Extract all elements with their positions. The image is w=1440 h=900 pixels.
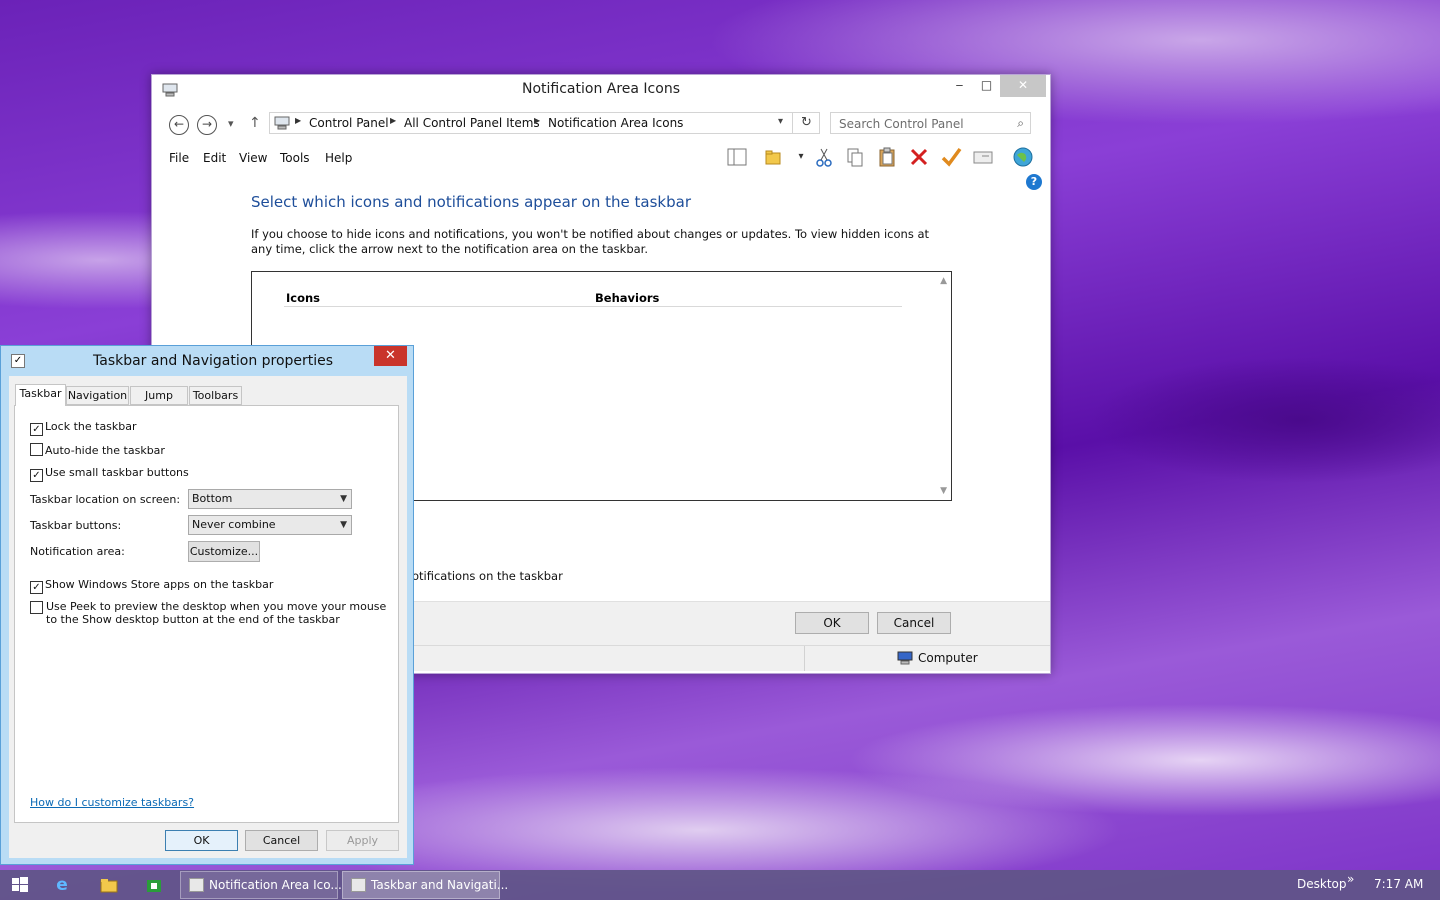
lock-taskbar-checkbox[interactable]: ✓ — [30, 423, 43, 436]
menu-view[interactable]: View — [239, 151, 267, 165]
file-explorer-icon[interactable] — [99, 875, 119, 895]
breadcrumb-all-items[interactable]: All Control Panel Items — [404, 116, 540, 130]
up-button[interactable]: ↑ — [249, 115, 261, 131]
copy-icon[interactable] — [844, 146, 866, 168]
dialog-body: Taskbar Navigation Jump Lists Toolbars ✓… — [9, 376, 407, 858]
menu-help[interactable]: Help — [325, 151, 352, 165]
auto-hide-checkbox[interactable] — [30, 443, 43, 456]
dialog-close-button[interactable]: ✕ — [374, 346, 407, 366]
ok-button[interactable]: OK — [795, 612, 869, 634]
tab-navigation[interactable]: Navigation — [66, 386, 129, 405]
peek-option[interactable]: Use Peek to preview the desktop when you… — [30, 600, 390, 626]
lock-taskbar-option[interactable]: ✓ Lock the taskbar — [30, 420, 137, 436]
customize-button[interactable]: Customize... — [188, 541, 260, 562]
search-icon: ⌕ — [1017, 116, 1024, 130]
cancel-button[interactable]: Cancel — [877, 612, 951, 634]
close-button[interactable]: ✕ — [1000, 75, 1046, 97]
always-show-checkbox-label[interactable]: otifications on the taskbar — [412, 569, 563, 583]
location-label: Taskbar location on screen: — [30, 493, 181, 506]
desktop-toolbar-label[interactable]: Desktop — [1297, 877, 1347, 891]
status-computer: Computer — [918, 651, 978, 665]
page-heading: Select which icons and notifications app… — [251, 193, 691, 211]
dialog-title: Taskbar and Navigation properties — [93, 353, 334, 369]
dialog-apply-button[interactable]: Apply — [326, 830, 399, 851]
main-window-title: Notification Area Icons — [521, 81, 680, 97]
auto-hide-option[interactable]: Auto-hide the taskbar — [30, 443, 165, 457]
store-apps-option[interactable]: ✓ Show Windows Store apps on the taskbar — [30, 578, 273, 594]
column-header-icons[interactable]: Icons — [286, 291, 320, 305]
small-buttons-option[interactable]: ✓ Use small taskbar buttons — [30, 466, 189, 482]
breadcrumb-notification-area-icons[interactable]: Notification Area Icons — [548, 116, 683, 130]
scroll-down-icon[interactable]: ▼ — [940, 486, 947, 496]
internet-explorer-icon[interactable]: e — [52, 875, 72, 895]
computer-icon — [274, 116, 290, 130]
taskbar-properties-dialog: ✓ Taskbar and Navigation properties ✕ Ta… — [0, 345, 414, 865]
status-divider — [804, 646, 805, 671]
rename-icon[interactable] — [972, 146, 994, 168]
dialog-titlebar[interactable]: ✓ Taskbar and Navigation properties ✕ — [1, 346, 413, 376]
checkbox-app-icon: ✓ — [11, 354, 25, 368]
chevron-right-icon: ▶ — [390, 116, 397, 125]
tab-jump-lists[interactable]: Jump Lists — [130, 386, 188, 419]
computer-icon — [189, 878, 204, 892]
delete-icon[interactable] — [908, 146, 930, 168]
taskbar-tab-page: ✓ Lock the taskbar Auto-hide the taskbar … — [14, 405, 399, 823]
menu-edit[interactable]: Edit — [203, 151, 226, 165]
chevron-right-icon: ▶ — [295, 116, 302, 125]
preview-pane-icon[interactable] — [726, 146, 748, 168]
menu-bar: File Edit View Tools Help ▾ — [152, 145, 1050, 171]
chevron-down-icon: ▼ — [340, 494, 347, 504]
chevron-down-icon[interactable]: ▾ — [790, 146, 812, 168]
page-description: If you choose to hide icons and notifica… — [251, 227, 930, 256]
location-select[interactable]: Bottom ▼ — [188, 489, 352, 509]
store-apps-checkbox[interactable]: ✓ — [30, 581, 43, 594]
properties-check-icon[interactable] — [940, 146, 962, 168]
help-link[interactable]: How do I customize taskbars? — [30, 796, 194, 809]
menu-tools[interactable]: Tools — [280, 151, 310, 165]
clock[interactable]: 7:17 AM — [1374, 877, 1423, 891]
tab-toolbars[interactable]: Toolbars — [189, 386, 242, 405]
tab-taskbar[interactable]: Taskbar — [15, 384, 66, 406]
breadcrumb-control-panel[interactable]: Control Panel — [309, 116, 389, 130]
refresh-icon: ↻ — [801, 115, 812, 130]
chevron-right-icon: ▶ — [534, 116, 541, 125]
notification-area-label: Notification area: — [30, 545, 125, 558]
back-button[interactable]: ← — [169, 115, 189, 135]
folder-icon[interactable] — [763, 146, 785, 168]
maximize-button[interactable]: □ — [973, 75, 1000, 97]
list-scrollbar[interactable]: ▲ ▼ — [934, 272, 951, 500]
chevron-right-icon[interactable]: » — [1347, 872, 1354, 886]
refresh-button[interactable]: ↻ — [792, 112, 820, 134]
taskbar-item-notification-area[interactable]: Notification Area Ico... — [180, 871, 342, 899]
main-titlebar[interactable]: Notification Area Icons ‒ □ ✕ — [152, 75, 1050, 105]
peek-checkbox[interactable] — [30, 601, 43, 614]
windows-logo-icon[interactable] — [10, 875, 30, 895]
search-input[interactable]: Search Control Panel ⌕ — [830, 112, 1031, 134]
forward-button[interactable]: → — [197, 115, 217, 135]
globe-icon[interactable] — [1012, 146, 1034, 168]
taskbar-item-taskbar-properties[interactable]: Taskbar and Navigati... — [342, 871, 508, 899]
cut-icon[interactable] — [813, 146, 835, 168]
small-buttons-checkbox[interactable]: ✓ — [30, 469, 43, 482]
store-icon[interactable] — [144, 875, 164, 895]
computer-icon — [897, 651, 913, 665]
paste-icon[interactable] — [876, 146, 898, 168]
menu-file[interactable]: File — [169, 151, 189, 165]
chevron-down-icon: ▼ — [340, 520, 347, 530]
minimize-button[interactable]: ‒ — [946, 75, 973, 97]
taskbar-buttons-label: Taskbar buttons: — [30, 519, 122, 532]
search-placeholder: Search Control Panel — [839, 117, 964, 131]
taskbar: e Notification Area Ico... Taskbar and N… — [0, 870, 1440, 900]
column-header-behaviors[interactable]: Behaviors — [595, 291, 659, 305]
taskbar-buttons-select[interactable]: Never combine ▼ — [188, 515, 352, 535]
address-bar[interactable]: ▶ Control Panel ▶ All Control Panel Item… — [269, 112, 820, 134]
dialog-ok-button[interactable]: OK — [165, 830, 238, 851]
dialog-cancel-button[interactable]: Cancel — [245, 830, 318, 851]
scroll-up-icon[interactable]: ▲ — [940, 276, 947, 286]
recent-pages-dropdown[interactable]: ▾ — [228, 117, 234, 130]
address-row: ← → ▾ ↑ ▶ Control Panel ▶ All Control Pa… — [152, 105, 1050, 137]
chevron-down-icon[interactable]: ▾ — [778, 116, 783, 127]
checkbox-app-icon — [351, 878, 366, 892]
header-divider — [284, 306, 902, 307]
